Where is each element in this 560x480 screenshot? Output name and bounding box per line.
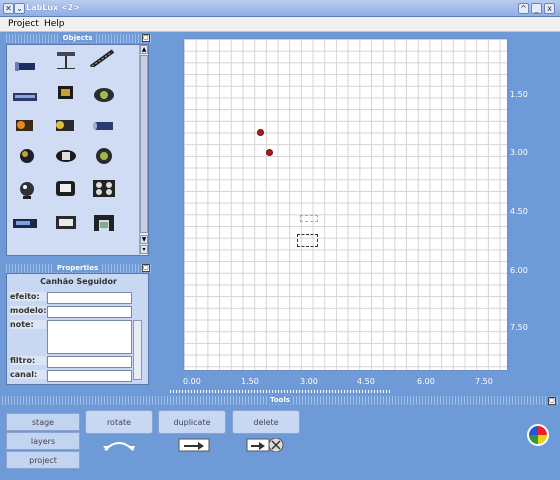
- stage-grid[interactable]: [183, 38, 508, 371]
- scroll-thumb[interactable]: [140, 55, 148, 233]
- window-shade-icon[interactable]: ⌄: [14, 3, 25, 14]
- object-par-can[interactable]: [15, 147, 41, 165]
- object-scanner[interactable]: [53, 83, 79, 101]
- object-strip-light[interactable]: [11, 87, 37, 105]
- duplicate-icon[interactable]: [178, 438, 210, 452]
- left-panel: Objects ▢ ▲ ▼ ▾ Properties ▢ Canhão Segu…: [4, 33, 151, 388]
- object-light-tree[interactable]: [53, 51, 79, 69]
- maximize-button[interactable]: ^: [518, 3, 529, 14]
- canal-field[interactable]: [47, 370, 132, 382]
- field-label-filtro: filtro:: [10, 356, 46, 365]
- x-tick-label: 4.50: [357, 377, 375, 386]
- y-tick-label: 1.50: [510, 90, 528, 99]
- x-tick-label: 1.50: [241, 377, 259, 386]
- tools-dock-icon[interactable]: ▢: [548, 397, 556, 405]
- properties-scrollbar[interactable]: [133, 320, 142, 380]
- field-label-note: note:: [10, 320, 46, 329]
- ghost-fixture: [300, 215, 318, 222]
- tab-stage[interactable]: stage: [6, 413, 80, 431]
- color-wheel-icon[interactable]: [527, 424, 549, 446]
- window-title: LabLux <2>: [26, 3, 80, 12]
- object-spotlight[interactable]: [15, 57, 41, 75]
- tab-project[interactable]: project: [6, 451, 80, 469]
- object-flood-light[interactable]: [53, 213, 79, 231]
- properties-header: Properties ▢: [4, 264, 151, 273]
- object-led-bar[interactable]: [89, 49, 115, 67]
- field-label-modelo: modelo:: [10, 306, 47, 315]
- object-moving-yoke[interactable]: [91, 213, 117, 231]
- light-point[interactable]: [266, 149, 273, 156]
- tab-layers[interactable]: layers: [6, 432, 80, 450]
- menu-project[interactable]: Project: [8, 19, 39, 29]
- objects-scrollbar[interactable]: ▲ ▼ ▾: [139, 45, 148, 255]
- object-mirror-ball[interactable]: [15, 181, 41, 199]
- object-orb-light[interactable]: [91, 147, 117, 165]
- objects-header-label: Objects: [59, 34, 96, 42]
- scroll-end-icon[interactable]: ▾: [140, 245, 148, 254]
- field-label-canal: canal:: [10, 370, 46, 379]
- y-tick-label: 7.50: [510, 323, 528, 332]
- modelo-field[interactable]: [47, 306, 132, 318]
- y-tick-label: 6.00: [510, 266, 528, 275]
- duplicate-button[interactable]: duplicate: [158, 410, 226, 434]
- y-tick-label: 3.00: [510, 148, 528, 157]
- object-moving-head[interactable]: [91, 85, 117, 103]
- x-tick-label: 6.00: [417, 377, 435, 386]
- x-tick-label: 7.50: [475, 377, 493, 386]
- selected-fixture[interactable]: [297, 234, 318, 247]
- object-four-pack-blinder[interactable]: [91, 179, 117, 197]
- field-label-efeito: efeito:: [10, 292, 46, 301]
- scroll-down-icon[interactable]: ▼: [140, 235, 148, 244]
- properties-title: Canhão Seguidor: [40, 277, 117, 286]
- properties-header-label: Properties: [53, 264, 102, 272]
- menu-help[interactable]: Help: [44, 19, 65, 29]
- title-bar: ✕ ⌄ LabLux <2> ^ _ x: [0, 0, 560, 17]
- object-fresnel-dark[interactable]: [53, 115, 79, 133]
- object-wash-bar[interactable]: [11, 213, 37, 231]
- tools-header-label: Tools: [266, 396, 294, 404]
- delete-icon[interactable]: [246, 438, 286, 452]
- rotate-icon[interactable]: [102, 438, 136, 452]
- object-blinder[interactable]: [53, 179, 79, 197]
- objects-dock-icon[interactable]: ▢: [142, 34, 150, 42]
- object-barrel-light[interactable]: [91, 117, 117, 135]
- scroll-up-icon[interactable]: ▲: [140, 45, 148, 54]
- delete-button[interactable]: delete: [232, 410, 300, 434]
- properties-panel: Canhão Seguidor efeito: modelo: note: fi…: [6, 273, 149, 385]
- filtro-field[interactable]: [47, 356, 132, 368]
- y-tick-label: 4.50: [510, 207, 528, 216]
- menu-bar: Project Help: [0, 17, 560, 32]
- note-field[interactable]: [47, 320, 132, 354]
- rotate-button[interactable]: rotate: [85, 410, 153, 434]
- x-tick-label: 3.00: [300, 377, 318, 386]
- minimize-button[interactable]: _: [531, 3, 542, 14]
- tools-header: Tools: [0, 396, 560, 405]
- resize-handle[interactable]: [170, 390, 390, 393]
- light-point[interactable]: [257, 129, 264, 136]
- x-tick-label: 0.00: [183, 377, 201, 386]
- window-menu-icon[interactable]: ✕: [3, 3, 14, 14]
- objects-header: Objects ▢: [4, 34, 151, 43]
- object-fresnel-orange[interactable]: [13, 115, 39, 133]
- close-button[interactable]: x: [544, 3, 555, 14]
- efeito-field[interactable]: [47, 292, 132, 304]
- object-beam-light[interactable]: [53, 147, 79, 165]
- properties-dock-icon[interactable]: ▢: [142, 264, 150, 272]
- objects-palette: ▲ ▼ ▾: [6, 44, 149, 256]
